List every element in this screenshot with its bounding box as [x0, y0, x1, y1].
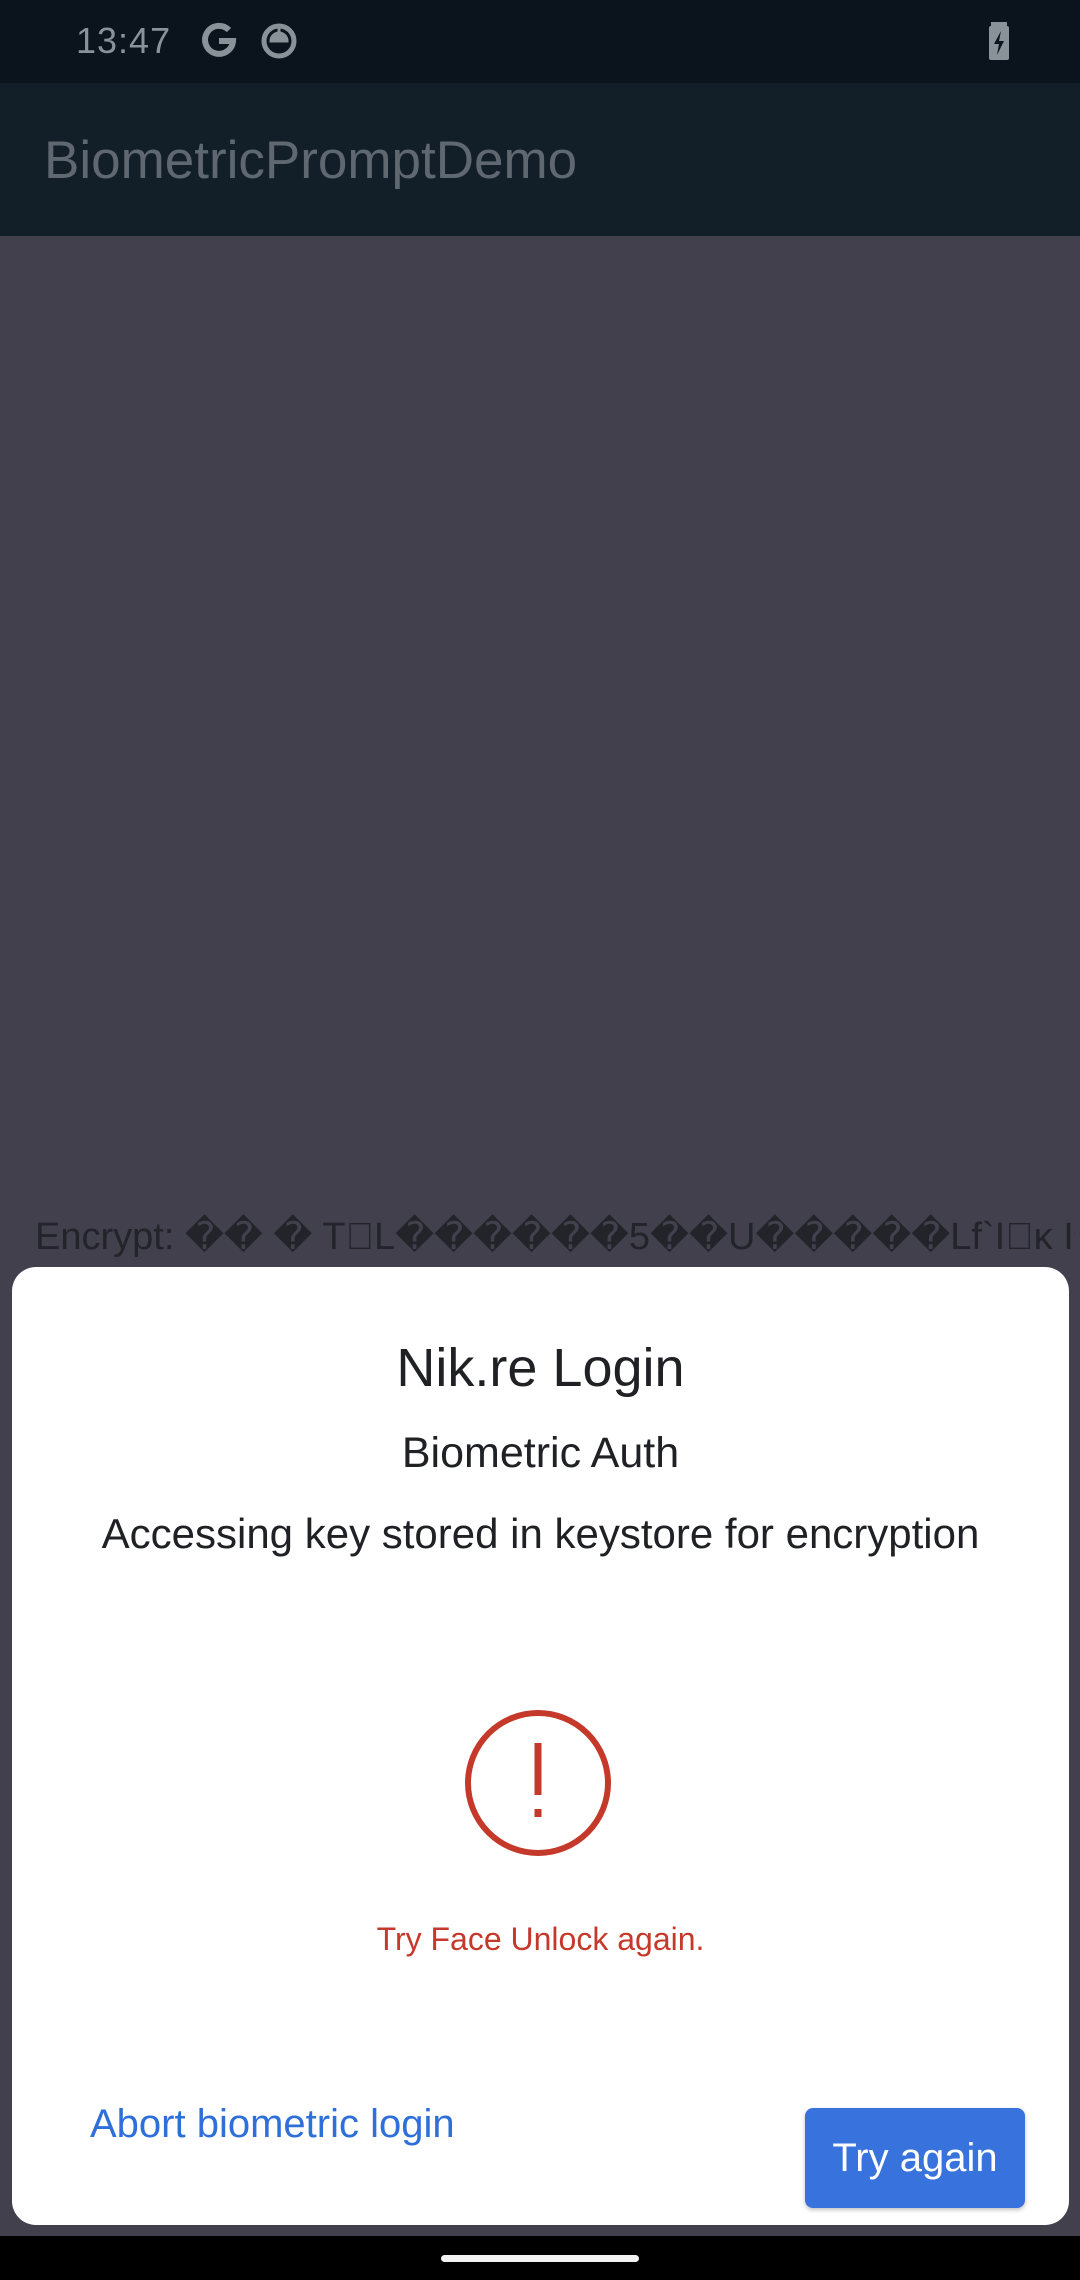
error-message: Try Face Unlock again.: [376, 1921, 705, 1957]
encrypt-output-text: Encrypt: �� � T L������5��U�����Lf`I ĸ I…: [35, 1216, 1075, 1258]
dialog-title: Nik.re Login: [396, 1338, 685, 1398]
navigation-bar: [0, 2236, 1080, 2280]
app-bar: BiometricPromptDemo: [0, 83, 1080, 236]
google-g-icon: [196, 18, 242, 64]
abort-biometric-login-button[interactable]: Abort biometric login: [72, 2092, 473, 2156]
home-gesture-handle[interactable]: [441, 2255, 639, 2262]
biometric-prompt-dialog: Nik.re Login Biometric Auth Accessing ke…: [12, 1267, 1069, 2225]
battery-charging-icon: [976, 18, 1022, 64]
status-time: 13:47: [76, 20, 172, 61]
try-again-button[interactable]: Try again: [805, 2108, 1025, 2208]
dialog-description: Accessing key stored in keystore for enc…: [101, 1510, 980, 1557]
error-circle-icon: [464, 1709, 612, 1857]
status-bar: 13:47: [0, 0, 1080, 83]
app-title: BiometricPromptDemo: [44, 131, 578, 190]
dialog-subtitle: Biometric Auth: [401, 1429, 680, 1477]
data-saver-icon: [256, 18, 302, 64]
